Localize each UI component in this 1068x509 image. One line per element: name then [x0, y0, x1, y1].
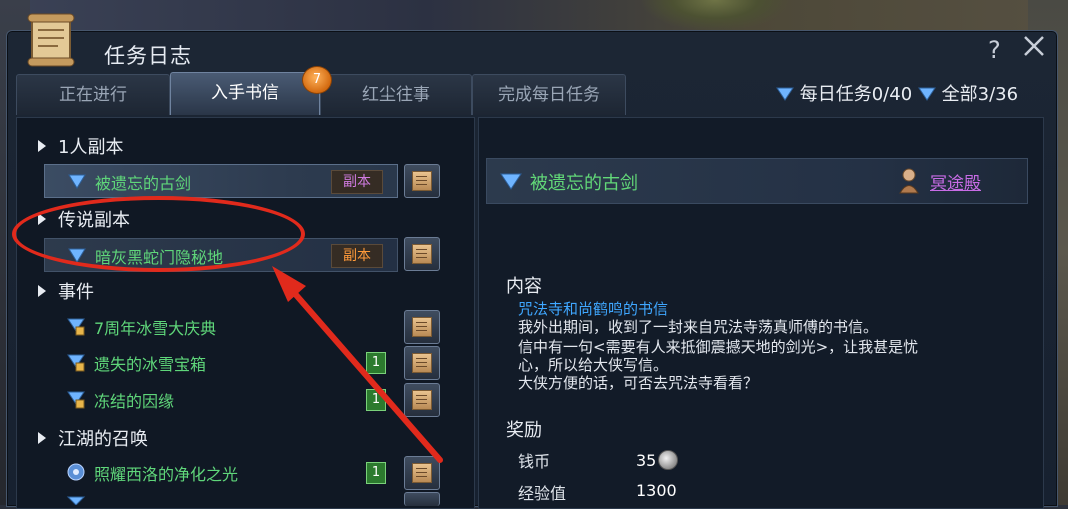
- background-scene: [0, 0, 1068, 30]
- letter-scroll-button[interactable]: [404, 310, 440, 344]
- quest-row[interactable]: 被遗忘的古剑 副本: [44, 164, 398, 198]
- event-quest-icon: [67, 318, 85, 336]
- letter-scroll-icon: [412, 353, 432, 373]
- letter-count-badge: 7: [302, 66, 332, 94]
- category-solo-dungeon[interactable]: 1人副本: [38, 133, 123, 159]
- summon-quest-icon: [67, 463, 85, 481]
- tab-daily-completed[interactable]: 完成每日任务: [472, 74, 626, 115]
- npc-location-icon: [899, 168, 919, 194]
- event-quest-icon: [67, 354, 85, 372]
- letter-scroll-icon: [412, 244, 432, 264]
- reward-exp-label: 经验值: [518, 484, 567, 503]
- tab-in-progress[interactable]: 正在进行: [16, 74, 170, 115]
- content-line: 心，所以给大侠写信。: [518, 356, 669, 374]
- quest-row[interactable]: 遗失的冰雪宝箱 1: [44, 346, 396, 378]
- annotation-circle: [12, 196, 305, 272]
- quest-count-badge: 1: [366, 462, 386, 484]
- dungeon-quest-icon: [500, 173, 522, 190]
- quest-detail-title: 被遗忘的古剑: [530, 173, 638, 194]
- letter-title: 咒法寺和尚鹤鸣的书信: [518, 300, 669, 318]
- letter-scroll-icon: [412, 390, 432, 410]
- letter-scroll-button[interactable]: [404, 346, 440, 380]
- quest-row[interactable]: 照耀西洛的净化之光 1: [44, 456, 396, 488]
- content-heading: 内容: [506, 276, 542, 297]
- letter-scroll-icon: [412, 317, 432, 337]
- event-quest-icon: [67, 391, 85, 409]
- window-title: 任务日志: [104, 44, 192, 68]
- quest-name: 冻结的因缘: [94, 392, 175, 411]
- expand-arrow-icon: [38, 285, 46, 297]
- letter-scroll-icon: [412, 171, 432, 191]
- tab-received-letters[interactable]: 入手书信: [170, 72, 320, 115]
- content-line: 信中有一句<需要有人来抵御震撼天地的剑光>，让我甚是忧: [518, 338, 919, 356]
- letter-scroll-button[interactable]: [404, 383, 440, 417]
- letter-scroll-button[interactable]: [404, 492, 440, 506]
- category-events[interactable]: 事件: [38, 278, 94, 304]
- letter-scroll-button[interactable]: [404, 237, 440, 271]
- tab-worldly-stories[interactable]: 红尘往事: [320, 74, 472, 115]
- quest-name: 遗失的冰雪宝箱: [94, 355, 207, 374]
- quest-name: 7周年冰雪大庆典: [94, 319, 217, 338]
- letter-scroll-icon: [412, 463, 432, 483]
- quest-row[interactable]: 冻结的因缘 1: [44, 383, 396, 415]
- reward-coin-label: 钱币: [518, 452, 551, 471]
- expand-arrow-icon: [38, 140, 46, 152]
- category-jianghu-summon[interactable]: 江湖的召唤: [38, 425, 148, 451]
- quest-scroll-icon: [27, 13, 75, 67]
- dungeon-quest-icon: [68, 174, 86, 189]
- daily-quest-counter: 每日任务0/40: [799, 84, 913, 105]
- help-button[interactable]: ?: [988, 36, 1001, 64]
- all-quest-icon: [917, 87, 936, 101]
- quest-count-badge: 1: [366, 352, 386, 374]
- coin-icon: [658, 450, 678, 470]
- dungeon-tag: 副本: [331, 170, 383, 194]
- quest-counters: 每日任务0/40 全部3/36: [776, 80, 1018, 106]
- close-icon[interactable]: [1022, 34, 1046, 58]
- letter-scroll-button[interactable]: [404, 456, 440, 490]
- quest-name: 被遗忘的古剑: [95, 174, 192, 193]
- content-line: 我外出期间，收到了一封来自咒法寺荡真师傅的书信。: [518, 318, 879, 336]
- quest-count-badge: 1: [366, 389, 386, 411]
- reward-coin-value: 35: [636, 451, 657, 470]
- expand-arrow-icon: [38, 432, 46, 444]
- all-quest-counter: 全部3/36: [941, 84, 1019, 105]
- dungeon-tag: 副本: [331, 244, 383, 268]
- content-line: 大侠方便的话，可否去咒法寺看看？: [518, 374, 759, 392]
- quest-name: 照耀西洛的净化之光: [94, 465, 239, 484]
- reward-exp-value: 1300: [636, 481, 677, 500]
- reward-heading: 奖励: [506, 420, 542, 441]
- npc-location-link[interactable]: 冥途殿: [930, 169, 981, 194]
- daily-quest-icon: [776, 87, 794, 101]
- quest-row[interactable]: 7周年冰雪大庆典: [44, 310, 396, 342]
- letter-scroll-button[interactable]: [404, 164, 440, 198]
- quest-icon-partial: [66, 496, 86, 505]
- palm-tree-decoration: [640, 0, 790, 32]
